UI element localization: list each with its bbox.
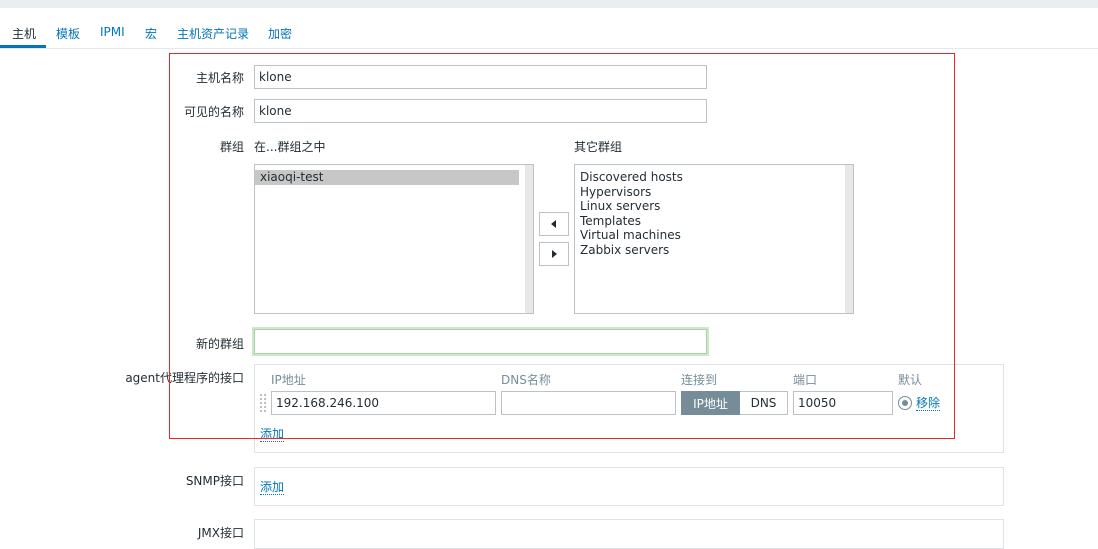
agent-dns-input[interactable]	[501, 391, 676, 415]
move-left-button[interactable]	[539, 212, 569, 236]
agent-ip-input[interactable]	[271, 391, 496, 415]
active-tab-indicator	[0, 45, 46, 48]
col-ip-header: IP地址	[271, 373, 306, 387]
other-groups-option[interactable]: Discovered hosts	[575, 170, 853, 185]
visible-name-label: 可见的名称	[183, 105, 244, 119]
default-interface-radio[interactable]	[898, 396, 912, 410]
connect-to-toggle: IP地址 DNS	[681, 391, 788, 415]
snmp-interface-panel	[254, 467, 1004, 506]
jmx-interface-label: JMX接口	[197, 526, 244, 540]
top-header-strip	[0, 0, 1098, 8]
add-agent-interface-link[interactable]: 添加	[260, 427, 285, 442]
snmp-interface-label: SNMP接口	[185, 474, 244, 488]
add-snmp-interface-link[interactable]: 添加	[260, 480, 285, 495]
col-port-header: 端口	[793, 373, 818, 387]
arrow-left-icon	[551, 220, 556, 228]
agent-interface-label: agent代理程序的接口	[125, 371, 244, 385]
col-dns-header: DNS名称	[501, 373, 551, 387]
visible-name-input[interactable]	[254, 99, 707, 123]
move-right-button[interactable]	[539, 242, 569, 266]
in-groups-label: 在...群组之中	[254, 140, 326, 154]
tab-host[interactable]: 主机	[12, 25, 36, 42]
col-connect-header: 连接到	[681, 373, 718, 387]
groups-label: 群组	[219, 140, 244, 154]
tab-inventory[interactable]: 主机资产记录	[177, 25, 249, 42]
in-groups-scrollbar[interactable]	[525, 165, 533, 313]
other-groups-option[interactable]: Virtual machines	[575, 228, 853, 243]
other-groups-option[interactable]: Templates	[575, 214, 853, 229]
other-groups-label: 其它群组	[574, 140, 623, 154]
col-default-header: 默认	[898, 373, 923, 387]
connect-ip-button[interactable]: IP地址	[681, 391, 740, 415]
tab-macros[interactable]: 宏	[145, 25, 157, 42]
agent-port-input[interactable]	[793, 391, 893, 415]
new-group-label: 新的群组	[195, 337, 244, 351]
other-groups-option[interactable]: Hypervisors	[575, 185, 853, 200]
new-group-input[interactable]	[254, 329, 707, 354]
hostname-input[interactable]	[254, 65, 707, 89]
in-groups-listbox[interactable]: xiaoqi-test	[254, 164, 534, 314]
other-groups-scrollbar[interactable]	[845, 165, 853, 313]
tab-bar: 主机 模板 IPMI 宏 主机资产记录 加密	[0, 17, 1098, 49]
other-groups-option[interactable]: Zabbix servers	[575, 243, 853, 258]
drag-handle-icon[interactable]	[260, 394, 266, 412]
in-groups-option[interactable]: xiaoqi-test	[255, 170, 519, 185]
other-groups-listbox[interactable]: Discovered hosts Hypervisors Linux servers…	[574, 164, 854, 314]
remove-interface-link[interactable]: 移除	[916, 396, 941, 411]
other-groups-option[interactable]: Linux servers	[575, 199, 853, 214]
jmx-interface-panel	[254, 519, 1004, 549]
tab-ipmi[interactable]: IPMI	[100, 25, 125, 39]
connect-dns-button[interactable]: DNS	[740, 391, 788, 415]
tab-encryption[interactable]: 加密	[268, 25, 292, 42]
tab-templates[interactable]: 模板	[56, 25, 80, 42]
hostname-label: 主机名称	[195, 71, 244, 85]
arrow-right-icon	[552, 250, 557, 258]
